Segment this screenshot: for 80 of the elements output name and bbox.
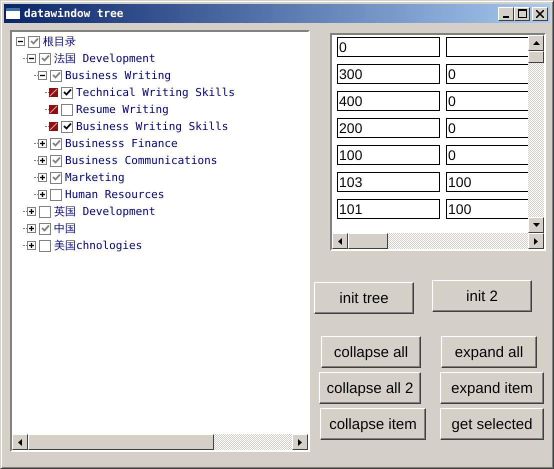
tree-item-label[interactable]: 法国 Development bbox=[54, 51, 156, 66]
vertical-scrollbar[interactable] bbox=[528, 35, 544, 233]
expand-all-button[interactable]: expand all bbox=[441, 336, 537, 368]
tree-item-label[interactable]: 中国 bbox=[54, 221, 76, 236]
init-tree-button[interactable]: init tree bbox=[314, 282, 414, 314]
expander-icon[interactable] bbox=[27, 54, 36, 63]
close-button[interactable] bbox=[532, 6, 548, 20]
leaf-icon bbox=[49, 105, 58, 114]
grid-input-field[interactable]: 300 bbox=[337, 64, 440, 84]
right-arrow-icon bbox=[298, 438, 302, 446]
checkbox[interactable] bbox=[50, 172, 62, 184]
grid-input-field[interactable]: 400 bbox=[337, 91, 440, 111]
scroll-thumb[interactable] bbox=[528, 51, 544, 63]
tree-item-label[interactable]: Business Writing Skills bbox=[76, 120, 228, 133]
down-arrow-icon bbox=[532, 223, 540, 227]
tree-item-label[interactable]: Business Communications bbox=[65, 154, 218, 167]
tree-item-label[interactable]: 英国 Development bbox=[54, 204, 156, 219]
leaf-icon bbox=[49, 88, 58, 97]
checkbox[interactable] bbox=[61, 104, 73, 116]
expander-icon[interactable] bbox=[16, 37, 25, 46]
expand-item-button[interactable]: expand item bbox=[440, 372, 544, 404]
grid-input-field[interactable]: 0 bbox=[337, 37, 440, 57]
checkbox[interactable] bbox=[39, 240, 51, 252]
scroll-left-button[interactable] bbox=[12, 434, 28, 450]
checkbox[interactable] bbox=[50, 188, 62, 200]
horizontal-scrollbar[interactable] bbox=[12, 434, 308, 450]
expander-icon[interactable] bbox=[27, 241, 36, 250]
scroll-thumb[interactable] bbox=[28, 434, 214, 450]
window-title: datawindow tree bbox=[24, 7, 124, 20]
up-arrow-icon bbox=[532, 41, 540, 45]
minimize-button[interactable] bbox=[498, 6, 514, 20]
expander-icon[interactable] bbox=[27, 207, 36, 216]
maximize-icon bbox=[518, 9, 526, 18]
grid-input-field[interactable]: 101 bbox=[337, 199, 440, 219]
checkbox[interactable] bbox=[50, 70, 62, 82]
horizontal-scrollbar[interactable] bbox=[332, 233, 544, 249]
grid-input-field[interactable]: 103 bbox=[337, 172, 440, 192]
expander-icon[interactable] bbox=[38, 71, 47, 80]
maximize-button[interactable] bbox=[514, 6, 530, 20]
scroll-up-button[interactable] bbox=[528, 35, 544, 51]
checkbox[interactable] bbox=[39, 52, 51, 64]
checkbox[interactable] bbox=[39, 222, 51, 234]
checkbox[interactable] bbox=[61, 120, 73, 132]
left-arrow-icon bbox=[338, 238, 342, 244]
expander-icon[interactable] bbox=[38, 190, 47, 199]
leaf-icon bbox=[49, 122, 58, 131]
tree-item-label[interactable]: 根目录 bbox=[43, 34, 76, 49]
grid-input-field[interactable]: 200 bbox=[337, 118, 440, 138]
grid-input-field[interactable]: 100 bbox=[337, 145, 440, 165]
get-selected-button[interactable]: get selected bbox=[440, 408, 544, 440]
scroll-left-button[interactable] bbox=[332, 233, 348, 249]
checkbox[interactable] bbox=[50, 138, 62, 150]
tree-item-label[interactable]: Businesss Finance bbox=[65, 137, 178, 150]
left-arrow-icon bbox=[18, 438, 22, 446]
expander-icon[interactable] bbox=[38, 156, 47, 165]
checkbox[interactable] bbox=[28, 36, 40, 48]
tree-item-label[interactable]: Human Resources bbox=[65, 188, 164, 201]
tree-item-label[interactable]: Marketing bbox=[65, 171, 125, 184]
close-icon bbox=[536, 10, 544, 18]
scroll-down-button[interactable] bbox=[528, 217, 544, 233]
scroll-right-button[interactable] bbox=[528, 233, 544, 249]
scroll-right-button[interactable] bbox=[292, 434, 308, 450]
collapse-item-button[interactable]: collapse item bbox=[320, 408, 426, 440]
window-icon bbox=[6, 8, 20, 19]
collapse-all-button[interactable]: collapse all 2 bbox=[319, 372, 421, 404]
checkbox[interactable] bbox=[61, 86, 73, 98]
tree-item-label[interactable]: Resume Writing bbox=[76, 103, 169, 116]
expander-icon[interactable] bbox=[38, 173, 47, 182]
minimize-icon bbox=[503, 16, 509, 18]
tree-item-label[interactable]: Business Writing bbox=[65, 69, 171, 82]
tree-item-label[interactable]: Technical Writing Skills bbox=[76, 86, 235, 99]
expander-icon[interactable] bbox=[27, 224, 36, 233]
checkbox[interactable] bbox=[50, 154, 62, 166]
expander-icon[interactable] bbox=[38, 139, 47, 148]
scroll-thumb[interactable] bbox=[348, 233, 388, 249]
right-arrow-icon bbox=[534, 238, 538, 244]
init-button[interactable]: init 2 bbox=[432, 280, 532, 312]
checkbox[interactable] bbox=[39, 206, 51, 218]
tree-item-label[interactable]: 美国chnologies bbox=[54, 238, 142, 253]
collapse-all-button[interactable]: collapse all bbox=[321, 336, 421, 368]
